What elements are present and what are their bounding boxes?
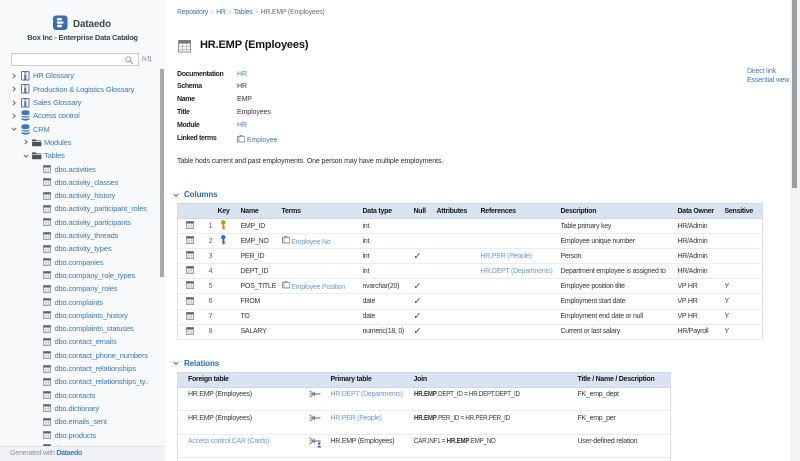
svg-text:Dataedo: Dataedo xyxy=(73,19,111,30)
